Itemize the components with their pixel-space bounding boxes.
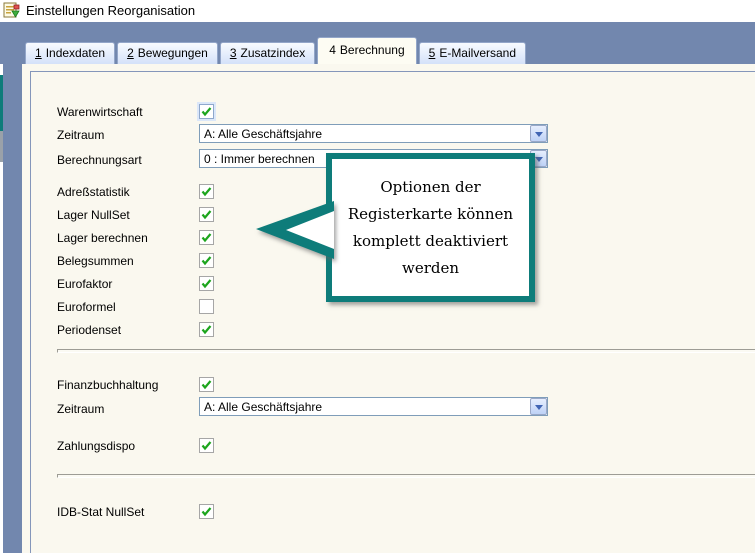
window-title: Einstellungen Reorganisation xyxy=(26,3,195,18)
selected-value: A: Alle Geschäftsjahre xyxy=(204,126,322,142)
tab-label: Indexdaten xyxy=(46,46,105,60)
tab-number: 3 xyxy=(230,46,237,60)
checkbox-eurofaktor[interactable] xyxy=(199,276,214,291)
label-zahlungsdispo: Zahlungsdispo xyxy=(57,439,135,453)
chevron-down-icon xyxy=(535,157,543,162)
edge-artifact-teal xyxy=(0,75,3,131)
tab-berechnung[interactable]: 4 Berechnung xyxy=(317,37,416,64)
check-icon xyxy=(200,439,213,452)
label-finanzbuchhaltung: Finanzbuchhaltung xyxy=(57,378,158,392)
check-icon xyxy=(200,185,213,198)
separator xyxy=(57,474,755,478)
label-eurofaktor: Eurofaktor xyxy=(57,277,112,291)
check-icon xyxy=(200,254,213,267)
selected-value: A: Alle Geschäftsjahre xyxy=(204,399,322,415)
tab-label: Zusatzindex xyxy=(241,46,306,60)
check-icon xyxy=(200,105,213,118)
separator xyxy=(57,349,755,353)
tab-bewegungen[interactable]: 2 Bewegungen xyxy=(117,42,218,64)
tab-label: Berechnung xyxy=(340,43,405,57)
annotation-callout-tail xyxy=(254,199,334,261)
label-zeitraum-2: Zeitraum xyxy=(57,402,104,416)
check-icon xyxy=(200,208,213,221)
zeitraum-2-select[interactable]: A: Alle Geschäftsjahre xyxy=(199,397,548,416)
label-lager-berechnen: Lager berechnen xyxy=(57,231,148,245)
title-bar: Einstellungen Reorganisation xyxy=(0,0,755,22)
checkbox-warenwirtschaft[interactable] xyxy=(199,104,214,119)
check-icon xyxy=(200,505,213,518)
dropdown-button[interactable] xyxy=(530,125,547,142)
chevron-down-icon xyxy=(535,132,543,137)
zeitraum-1-select[interactable]: A: Alle Geschäftsjahre xyxy=(199,124,548,143)
check-icon xyxy=(200,277,213,290)
label-berechnungsart: Berechnungsart xyxy=(57,153,142,167)
check-icon xyxy=(200,323,213,336)
label-adressstatistik: Adreßstatistik xyxy=(57,185,130,199)
checkbox-euroformel[interactable] xyxy=(199,299,214,314)
checkbox-lager-berechnen[interactable] xyxy=(199,230,214,245)
content-groupbox xyxy=(30,71,755,553)
checkbox-finanzbuchhaltung[interactable] xyxy=(199,377,214,392)
tab-number: 5 xyxy=(429,46,436,60)
selected-value: 0 : Immer berechnen xyxy=(204,151,315,167)
tab-emailversand[interactable]: 5E-Mailversand xyxy=(419,42,526,64)
check-icon xyxy=(200,231,213,244)
label-lager-nullset: Lager NullSet xyxy=(57,208,130,222)
annotation-callout: Optionen der Registerkarte können komple… xyxy=(326,153,535,302)
checkbox-idb-stat-nullset[interactable] xyxy=(199,504,214,519)
tab-indexdaten[interactable]: 1 Indexdaten xyxy=(25,42,115,64)
label-zeitraum-1: Zeitraum xyxy=(57,128,104,142)
dropdown-button[interactable] xyxy=(530,398,547,415)
checkbox-zahlungsdispo[interactable] xyxy=(199,438,214,453)
checkbox-belegsummen[interactable] xyxy=(199,253,214,268)
checkbox-adressstatistik[interactable] xyxy=(199,184,214,199)
app-icon xyxy=(3,2,20,19)
tab-number: 1 xyxy=(35,46,42,60)
tab-strip: 1 Indexdaten 2 Bewegungen 3 Zusatzindex 4 Be… xyxy=(25,37,528,64)
check-icon xyxy=(200,378,213,391)
label-warenwirtschaft: Warenwirtschaft xyxy=(57,105,143,119)
label-belegsummen: Belegsummen xyxy=(57,254,134,268)
chevron-down-icon xyxy=(535,405,543,410)
tab-label: E-Mailversand xyxy=(439,46,516,60)
tab-number: 2 xyxy=(127,46,134,60)
label-idb-stat-nullset: IDB-Stat NullSet xyxy=(57,505,144,519)
window-frame-left xyxy=(3,64,22,553)
label-periodenset: Periodenset xyxy=(57,323,121,337)
annotation-text: Optionen der Registerkarte können komple… xyxy=(332,159,529,282)
checkbox-lager-nullset[interactable] xyxy=(199,207,214,222)
label-euroformel: Euroformel xyxy=(57,300,116,314)
edge-artifact-gray xyxy=(0,131,3,162)
tab-label: Bewegungen xyxy=(138,46,208,60)
settings-window: Einstellungen Reorganisation 1 Indexdaten… xyxy=(0,0,755,553)
tab-number: 4 xyxy=(329,43,336,57)
checkbox-periodenset[interactable] xyxy=(199,322,214,337)
tab-zusatzindex[interactable]: 3 Zusatzindex xyxy=(220,42,315,64)
